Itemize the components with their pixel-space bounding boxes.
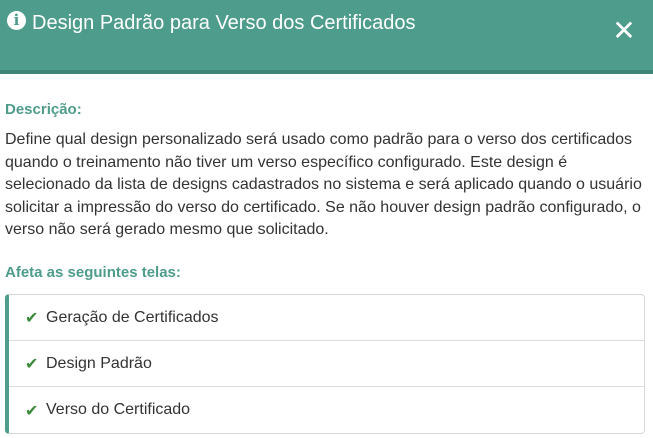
close-icon[interactable]: ✕ <box>610 17 638 45</box>
check-icon: ✔ <box>25 308 39 327</box>
dialog-title: Design Padrão para Verso dos Certificado… <box>32 12 416 34</box>
list-item-label: Verso do Certificado <box>46 401 191 418</box>
list-item: ✔ Design Padrão <box>9 341 644 387</box>
info-icon: i <box>7 11 26 30</box>
description-text: Define qual design personalizado será us… <box>5 131 642 238</box>
affected-screens-list: ✔ Geração de Certificados ✔ Design Padrã… <box>5 294 645 434</box>
list-item-label: Design Padrão <box>46 354 152 372</box>
description-label: Descrição: <box>5 101 82 118</box>
check-icon: ✔ <box>25 400 39 420</box>
check-icon: ✔ <box>25 354 39 373</box>
affects-label: Afeta as seguintes telas: <box>5 264 181 281</box>
dialog-header: i Design Padrão para Verso dos Certifica… <box>0 0 653 74</box>
list-item: ✔ Verso do Certificado <box>9 387 644 433</box>
list-item: ✔ Geração de Certificados <box>9 295 644 341</box>
list-item-label: Geração de Certificados <box>46 308 219 326</box>
